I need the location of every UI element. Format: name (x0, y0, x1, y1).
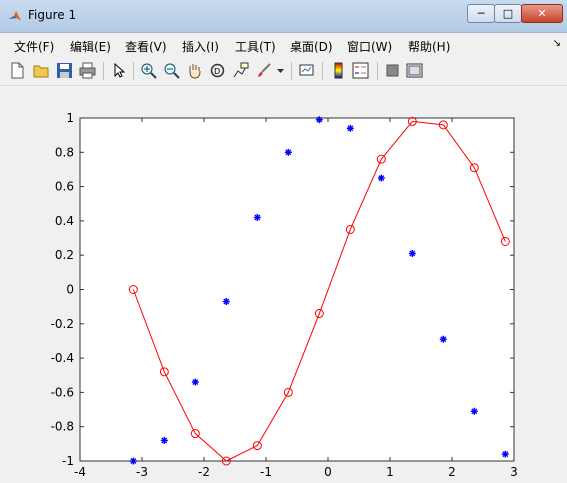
x-tick-label: -4 (74, 465, 86, 479)
y-tick-label: 0.8 (55, 145, 74, 159)
y-tick-label: 1 (66, 111, 74, 125)
brush-icon[interactable] (256, 62, 273, 79)
colorbar-icon[interactable] (330, 62, 347, 79)
figure-canvas[interactable]: -4 -3 -2 -1 0 1 2 3 -1 -0.8 -0.6 -0.4 -0.2 0 0.2 0.4 0.6… (0, 86, 567, 483)
menu-insert[interactable]: 插入(I) (182, 38, 219, 55)
x-tick-label: -1 (260, 465, 272, 479)
save-icon[interactable] (56, 62, 73, 79)
x-tick-label: 2 (448, 465, 456, 479)
y-tick-label: 0 (66, 283, 74, 297)
toolbar-separator (322, 62, 323, 80)
menu-desktop[interactable]: 桌面(D) (290, 38, 333, 55)
print-icon[interactable] (79, 62, 96, 79)
x-tick-label: 0 (324, 465, 332, 479)
hide-plot-tools-icon[interactable] (384, 62, 401, 79)
x-tick-label: -2 (198, 465, 210, 479)
window-title: Figure 1 (28, 8, 77, 22)
toolbar: D (0, 57, 567, 86)
menu-tools[interactable]: 工具(T) (235, 38, 276, 55)
show-plot-tools-icon[interactable] (406, 62, 423, 79)
pointer-icon[interactable] (110, 62, 127, 79)
y-tick-label: 0.6 (55, 180, 74, 194)
svg-text:D: D (214, 67, 220, 76)
close-button[interactable]: ✕ (521, 4, 563, 23)
toolbar-separator (291, 62, 292, 80)
toolbar-separator (103, 62, 104, 80)
maximize-button[interactable]: □ (494, 4, 522, 23)
brush-dropdown-icon[interactable] (276, 62, 285, 79)
new-file-icon[interactable] (9, 62, 26, 79)
matlab-icon (9, 11, 21, 21)
menu-window[interactable]: 窗口(W) (347, 38, 392, 55)
menu-file[interactable]: 文件(F) (14, 38, 54, 55)
y-tick-label: -0.2 (51, 317, 74, 331)
y-tick-label: -0.8 (51, 420, 74, 434)
cosine-asterisk-marker (129, 457, 137, 465)
menu-edit[interactable]: 编辑(E) (70, 38, 111, 55)
y-tick-label: -1 (62, 454, 74, 468)
menu-help[interactable]: 帮助(H) (408, 38, 450, 55)
toolbar-separator (133, 62, 134, 80)
toolbar-separator (377, 62, 378, 80)
minimize-button[interactable]: ─ (467, 4, 495, 23)
x-tick-label: -3 (136, 465, 148, 479)
pan-hand-icon[interactable] (186, 62, 203, 79)
axes-background (79, 117, 515, 462)
x-tick-label: 3 (510, 465, 518, 479)
y-tick-label: -0.6 (51, 385, 74, 399)
y-tick-label: 0.4 (55, 214, 74, 228)
y-tick-label: -0.4 (51, 351, 74, 365)
zoom-in-icon[interactable] (140, 62, 157, 79)
x-tick-label: 1 (386, 465, 394, 479)
y-tick-label: 0.2 (55, 248, 74, 262)
menu-bar: 文件(F) 编辑(E) 查看(V) 插入(I) 工具(T) 桌面(D) 窗口(W… (0, 33, 567, 57)
menu-view[interactable]: 查看(V) (125, 38, 167, 55)
title-bar: Figure 1 ─ □ ✕ (0, 0, 567, 33)
data-cursor-icon[interactable] (232, 62, 249, 79)
legend-icon[interactable] (352, 62, 369, 79)
menu-overflow-icon[interactable]: ↘ (553, 38, 561, 49)
zoom-out-icon[interactable] (163, 62, 180, 79)
open-folder-icon[interactable] (33, 62, 50, 79)
link-plot-icon[interactable] (298, 62, 315, 79)
rotate-3d-icon[interactable]: D (209, 62, 226, 79)
